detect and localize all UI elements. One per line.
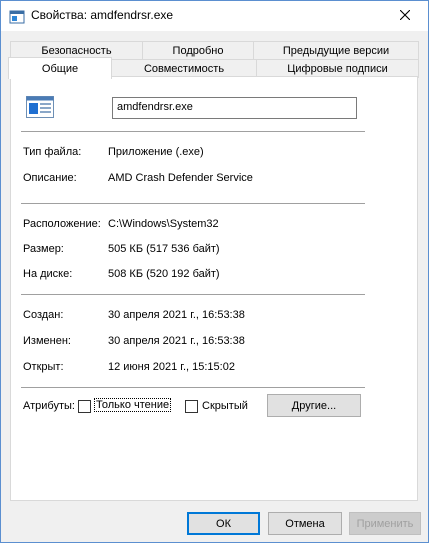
ok-button[interactable]: ОК (187, 512, 260, 535)
separator (21, 203, 365, 204)
apply-button[interactable]: Применить (349, 512, 421, 535)
separator (21, 294, 365, 295)
file-type-label: Тип файла: (23, 146, 82, 158)
tab-label: Безопасность (41, 45, 112, 57)
size-value: 505 КБ (517 536 байт) (108, 243, 220, 255)
readonly-label-text: Только чтение (94, 398, 172, 412)
disk-size-label: На диске: (23, 268, 73, 280)
properties-dialog: Свойства: amdfendrsr.exe Безопасность По… (0, 0, 429, 543)
other-attributes-button-label: Другие... (291, 399, 337, 412)
modified-label: Изменен: (23, 335, 71, 347)
close-icon (399, 9, 411, 23)
tab-label: Общие (41, 62, 79, 75)
cancel-button-label: Отмена (285, 517, 325, 530)
location-label: Расположение: (23, 218, 101, 230)
app-file-icon (26, 96, 54, 121)
readonly-label[interactable]: Только чтение (94, 398, 172, 412)
hidden-checkbox[interactable] (185, 400, 198, 413)
title-bar: Свойства: amdfendrsr.exe (1, 1, 428, 31)
cancel-button[interactable]: Отмена (268, 512, 342, 535)
general-tab-panel: amdfendrsr.exe Тип файла: Приложение (.e… (10, 76, 418, 501)
separator (21, 387, 365, 388)
readonly-checkbox[interactable] (78, 400, 91, 413)
file-name-field[interactable]: amdfendrsr.exe (112, 97, 357, 119)
tab-details[interactable]: Подробно (142, 41, 254, 60)
file-type-value: Приложение (.exe) (108, 146, 204, 158)
size-label: Размер: (23, 243, 64, 255)
accessed-value: 12 июня 2021 г., 15:15:02 (108, 361, 235, 373)
tab-previous-versions[interactable]: Предыдущие версии (253, 41, 419, 60)
tab-label: Предыдущие версии (282, 45, 390, 57)
modified-value: 30 апреля 2021 г., 16:53:38 (108, 335, 245, 347)
accessed-label: Открыт: (23, 361, 64, 373)
disk-size-value: 508 КБ (520 192 байт) (108, 268, 220, 280)
tab-label: Совместимость (143, 63, 225, 75)
hidden-label[interactable]: Скрытый (202, 400, 248, 412)
description-label: Описание: (23, 172, 77, 184)
description-value: AMD Crash Defender Service (108, 172, 253, 184)
created-label: Создан: (23, 309, 64, 321)
tab-label: Подробно (172, 45, 224, 57)
separator (21, 131, 365, 132)
attributes-label: Атрибуты: (23, 400, 75, 412)
file-properties-icon (9, 9, 25, 28)
apply-button-label: Применить (356, 517, 414, 530)
tab-general[interactable]: Общие (8, 57, 112, 79)
window-title: Свойства: amdfendrsr.exe (31, 8, 174, 22)
created-value: 30 апреля 2021 г., 16:53:38 (108, 309, 245, 321)
ok-button-label: ОК (216, 517, 231, 530)
location-value: C:\Windows\System32 (108, 218, 219, 230)
close-button[interactable] (382, 1, 428, 31)
other-attributes-button[interactable]: Другие... (267, 394, 361, 417)
tab-label: Цифровые подписи (287, 63, 388, 75)
